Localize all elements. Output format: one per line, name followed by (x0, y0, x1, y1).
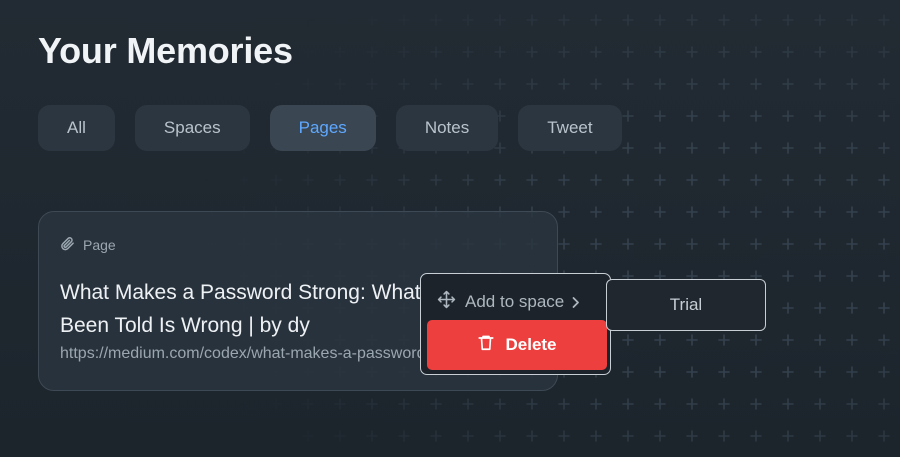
filter-all[interactable]: All (38, 105, 115, 151)
delete-label: Delete (505, 335, 557, 354)
card-type-label: Page (83, 237, 116, 253)
submenu-item-label: Trial (669, 295, 703, 314)
move-icon (437, 290, 456, 314)
filter-spaces[interactable]: Spaces (134, 105, 250, 151)
card-type: Page (60, 236, 116, 254)
add-to-space-label: Add to space (465, 292, 565, 311)
paperclip-icon (60, 236, 75, 254)
filter-notes[interactable]: Notes (395, 105, 499, 151)
context-menu: Add to space Delete (420, 273, 611, 375)
space-submenu-item-trial[interactable]: Trial (606, 279, 766, 331)
page-title: Your Memories (38, 30, 293, 71)
add-to-space-item[interactable]: Add to space (437, 290, 580, 314)
delete-button[interactable]: Delete (427, 320, 607, 370)
filter-tweet[interactable]: Tweet (518, 105, 622, 151)
filter-pages[interactable]: Pages (269, 105, 376, 151)
filter-tabs: All Spaces Pages Notes Tweet (38, 105, 622, 151)
chevron-right-icon (571, 296, 580, 309)
trash-icon (477, 333, 495, 357)
